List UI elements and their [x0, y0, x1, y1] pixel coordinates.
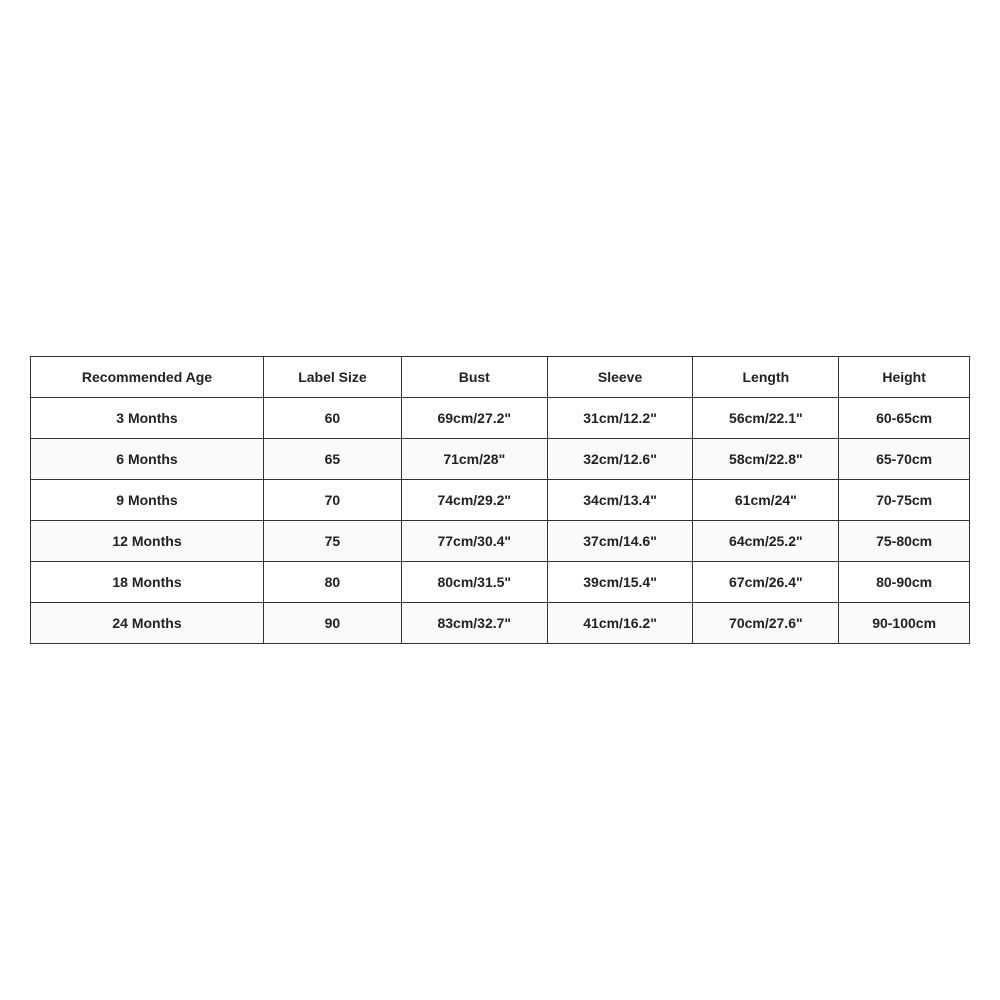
cell-label_size: 80 — [264, 562, 402, 603]
cell-age: 12 Months — [31, 521, 264, 562]
cell-length: 56cm/22.1" — [693, 398, 839, 439]
table-row: 3 Months6069cm/27.2"31cm/12.2"56cm/22.1"… — [31, 398, 970, 439]
table-row: 12 Months7577cm/30.4"37cm/14.6"64cm/25.2… — [31, 521, 970, 562]
header-height: Height — [839, 357, 970, 398]
cell-age: 6 Months — [31, 439, 264, 480]
cell-bust: 80cm/31.5" — [401, 562, 547, 603]
size-chart-table: Recommended Age Label Size Bust Sleeve L… — [30, 356, 970, 644]
cell-age: 9 Months — [31, 480, 264, 521]
cell-bust: 83cm/32.7" — [401, 603, 547, 644]
table-row: 6 Months6571cm/28"32cm/12.6"58cm/22.8"65… — [31, 439, 970, 480]
cell-height: 80-90cm — [839, 562, 970, 603]
cell-length: 64cm/25.2" — [693, 521, 839, 562]
cell-sleeve: 41cm/16.2" — [547, 603, 693, 644]
cell-label_size: 65 — [264, 439, 402, 480]
cell-length: 70cm/27.6" — [693, 603, 839, 644]
cell-label_size: 75 — [264, 521, 402, 562]
cell-bust: 69cm/27.2" — [401, 398, 547, 439]
cell-label_size: 60 — [264, 398, 402, 439]
cell-height: 90-100cm — [839, 603, 970, 644]
header-sleeve: Sleeve — [547, 357, 693, 398]
cell-sleeve: 31cm/12.2" — [547, 398, 693, 439]
table-row: 24 Months9083cm/32.7"41cm/16.2"70cm/27.6… — [31, 603, 970, 644]
header-bust: Bust — [401, 357, 547, 398]
cell-bust: 71cm/28" — [401, 439, 547, 480]
cell-sleeve: 37cm/14.6" — [547, 521, 693, 562]
cell-sleeve: 34cm/13.4" — [547, 480, 693, 521]
cell-bust: 74cm/29.2" — [401, 480, 547, 521]
cell-label_size: 90 — [264, 603, 402, 644]
cell-label_size: 70 — [264, 480, 402, 521]
cell-age: 24 Months — [31, 603, 264, 644]
cell-length: 58cm/22.8" — [693, 439, 839, 480]
header-recommended-age: Recommended Age — [31, 357, 264, 398]
cell-length: 61cm/24" — [693, 480, 839, 521]
cell-height: 60-65cm — [839, 398, 970, 439]
table-row: 18 Months8080cm/31.5"39cm/15.4"67cm/26.4… — [31, 562, 970, 603]
header-label-size: Label Size — [264, 357, 402, 398]
cell-height: 65-70cm — [839, 439, 970, 480]
table-row: 9 Months7074cm/29.2"34cm/13.4"61cm/24"70… — [31, 480, 970, 521]
cell-age: 3 Months — [31, 398, 264, 439]
cell-height: 75-80cm — [839, 521, 970, 562]
table-header-row: Recommended Age Label Size Bust Sleeve L… — [31, 357, 970, 398]
cell-length: 67cm/26.4" — [693, 562, 839, 603]
cell-bust: 77cm/30.4" — [401, 521, 547, 562]
cell-age: 18 Months — [31, 562, 264, 603]
cell-sleeve: 39cm/15.4" — [547, 562, 693, 603]
size-chart-container: Recommended Age Label Size Bust Sleeve L… — [30, 356, 970, 644]
cell-height: 70-75cm — [839, 480, 970, 521]
header-length: Length — [693, 357, 839, 398]
cell-sleeve: 32cm/12.6" — [547, 439, 693, 480]
